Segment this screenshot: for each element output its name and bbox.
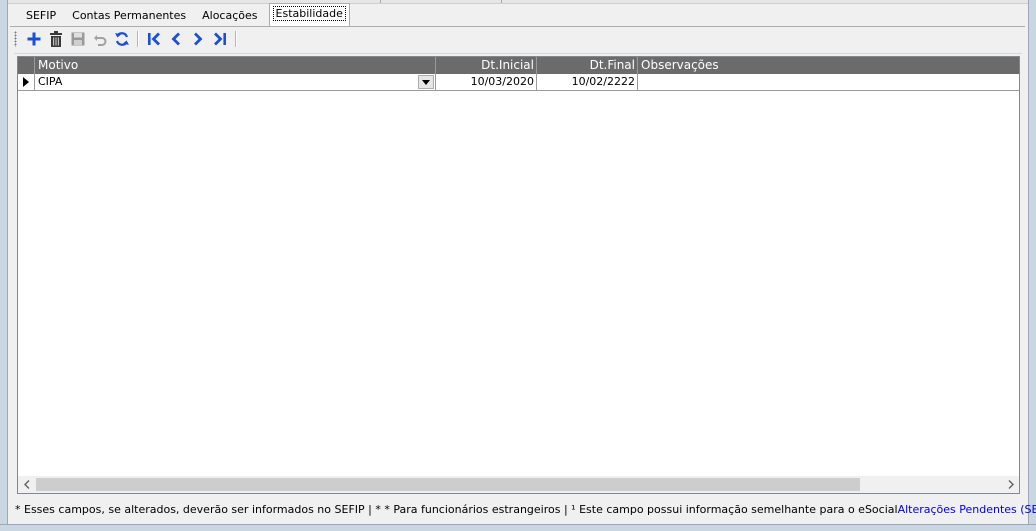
refresh-button[interactable] — [111, 29, 133, 49]
scrollbar-thumb[interactable] — [36, 478, 860, 491]
undo-button[interactable] — [89, 29, 111, 49]
tab-sefip[interactable]: SEFIP — [18, 6, 64, 26]
scroll-right-button[interactable] — [1002, 476, 1019, 493]
motivo-dropdown-button[interactable] — [418, 75, 434, 89]
last-record-icon — [214, 32, 226, 46]
column-header-dt-final[interactable]: Dt.Final — [537, 57, 638, 74]
row-indicator-header — [18, 57, 35, 74]
field-legend: * Esses campos, se alterados, deverão se… — [15, 502, 898, 516]
cell-motivo-value: CIPA — [38, 75, 63, 88]
table-row[interactable]: CIPA 10/03/2020 10/02/2222 — [18, 74, 1019, 91]
horizontal-scrollbar[interactable] — [18, 476, 1019, 493]
previous-record-button[interactable] — [165, 29, 187, 49]
toolbar-divider — [14, 53, 1022, 54]
next-record-button[interactable] — [187, 29, 209, 49]
cell-dt-final[interactable]: 10/02/2222 — [537, 74, 638, 90]
tab-estabilidade[interactable]: Estabilidade — [268, 3, 350, 26]
pending-changes-link[interactable]: Alterações Pendentes (SEFIP) — [898, 503, 1036, 516]
column-header-observacoes[interactable]: Observações — [638, 57, 1019, 74]
left-window-border — [0, 0, 8, 531]
toolbar-separator — [235, 31, 237, 47]
current-row-indicator — [18, 74, 35, 90]
window-frame: SEFIP Contas Permanentes Alocações Estab… — [0, 0, 1036, 531]
top-strip-divider — [501, 0, 502, 3]
column-header-motivo[interactable]: Motivo — [35, 57, 436, 74]
undo-icon — [94, 35, 107, 46]
record-toolbar — [14, 28, 241, 50]
first-record-icon — [148, 32, 160, 46]
add-button[interactable] — [23, 29, 45, 49]
status-bar: * Esses campos, se alterados, deverão se… — [10, 498, 1036, 520]
delete-button[interactable] — [45, 29, 67, 49]
estabilidade-grid[interactable]: Motivo Dt.Inicial Dt.Final Observações C… — [17, 56, 1020, 494]
first-record-button[interactable] — [143, 29, 165, 49]
right-window-border — [1028, 0, 1036, 531]
current-row-arrow-icon — [23, 77, 29, 87]
tab-estabilidade-label: Estabilidade — [272, 6, 346, 21]
previous-record-icon — [171, 32, 180, 46]
chevron-left-icon — [23, 480, 29, 489]
tab-strip: SEFIP Contas Permanentes Alocações Estab… — [18, 3, 350, 26]
next-record-icon — [194, 32, 203, 46]
tab-alocacoes[interactable]: Alocações — [194, 6, 265, 26]
bottom-window-border — [0, 524, 1036, 531]
top-strip-divider — [380, 0, 381, 3]
scroll-left-button[interactable] — [18, 476, 35, 493]
cell-dt-inicial[interactable]: 10/03/2020 — [436, 74, 537, 90]
cell-observacoes[interactable] — [638, 74, 1019, 90]
refresh-icon — [115, 32, 129, 46]
cell-motivo[interactable]: CIPA — [35, 74, 436, 90]
save-button[interactable] — [67, 29, 89, 49]
trash-icon — [50, 31, 62, 47]
column-header-dt-inicial[interactable]: Dt.Inicial — [436, 57, 537, 74]
toolbar-grip[interactable] — [14, 31, 17, 47]
plus-icon — [27, 32, 41, 46]
tab-contas-permanentes[interactable]: Contas Permanentes — [64, 6, 194, 26]
last-record-button[interactable] — [209, 29, 231, 49]
toolbar-separator — [137, 31, 139, 47]
chevron-right-icon — [1008, 480, 1014, 489]
floppy-icon — [71, 32, 85, 46]
grid-header: Motivo Dt.Inicial Dt.Final Observações — [18, 57, 1019, 74]
chevron-down-icon — [422, 79, 430, 85]
